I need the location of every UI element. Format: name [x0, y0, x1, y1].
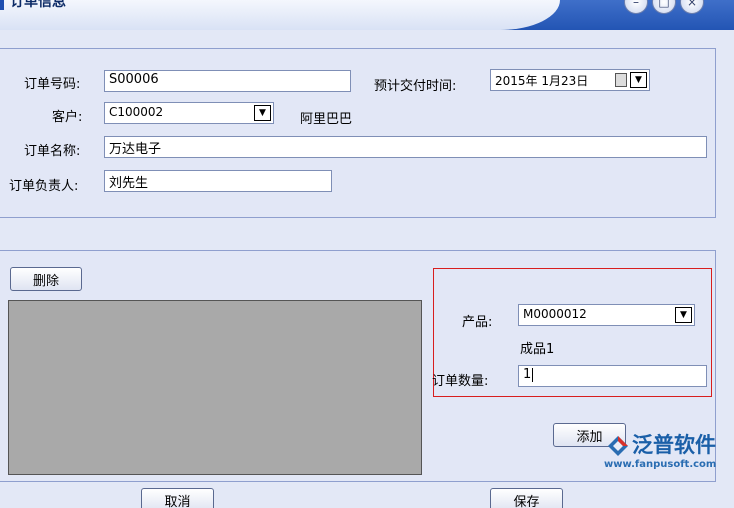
product-label: 产品:: [462, 315, 493, 330]
chevron-down-icon[interactable]: ▼: [630, 72, 647, 88]
title-tab: 订单信息: [0, 0, 560, 30]
chevron-down-icon[interactable]: ▼: [254, 105, 271, 121]
customer-name: 阿里巴巴: [300, 112, 353, 127]
order-name-input[interactable]: 万达电子: [104, 136, 707, 158]
product-grid[interactable]: [8, 300, 422, 475]
order-name-label: 订单名称:: [24, 144, 81, 159]
customer-select[interactable]: C100002 ▼: [104, 102, 274, 124]
text-cursor: [532, 367, 534, 382]
order-owner-input[interactable]: 刘先生: [104, 170, 332, 192]
title-bar: 订单信息 – □ ×: [0, 0, 734, 30]
cancel-button[interactable]: 取消: [141, 488, 214, 508]
restore-icon[interactable]: □: [652, 0, 676, 14]
product-name: 成品1: [520, 342, 555, 357]
delivery-date-picker[interactable]: 2015年 1月23日 ▼: [490, 69, 650, 91]
calendar-icon[interactable]: [615, 73, 627, 87]
product-select[interactable]: M0000012 ▼: [518, 304, 695, 326]
order-number-label: 订单号码:: [24, 77, 81, 92]
save-button[interactable]: 保存: [490, 488, 563, 508]
window-title: 订单信息: [10, 0, 66, 10]
product-value: M0000012: [523, 307, 587, 321]
brand-logo: 泛普软件 www.fanpusoft.com: [604, 432, 729, 494]
close-icon[interactable]: ×: [680, 0, 704, 14]
customer-label: 客户:: [52, 110, 83, 125]
customer-value: C100002: [109, 105, 164, 119]
logo-url: www.fanpusoft.com: [604, 459, 717, 470]
logo-icon: [608, 436, 628, 456]
quantity-input[interactable]: 1: [518, 365, 707, 387]
quantity-value: 1: [523, 367, 532, 382]
delivery-time-label: 预计交付时间:: [374, 79, 457, 94]
quantity-label: 订单数量:: [432, 374, 489, 389]
window-controls: – □ ×: [624, 0, 704, 14]
delete-button[interactable]: 删除: [10, 267, 82, 291]
order-number-input[interactable]: S00006: [104, 70, 351, 92]
logo-name: 泛普软件: [632, 433, 716, 457]
order-owner-label: 订单负责人:: [9, 179, 79, 194]
delivery-date-value: 2015年 1月23日: [495, 74, 589, 88]
chevron-down-icon[interactable]: ▼: [675, 307, 692, 323]
minimize-icon[interactable]: –: [624, 0, 648, 14]
